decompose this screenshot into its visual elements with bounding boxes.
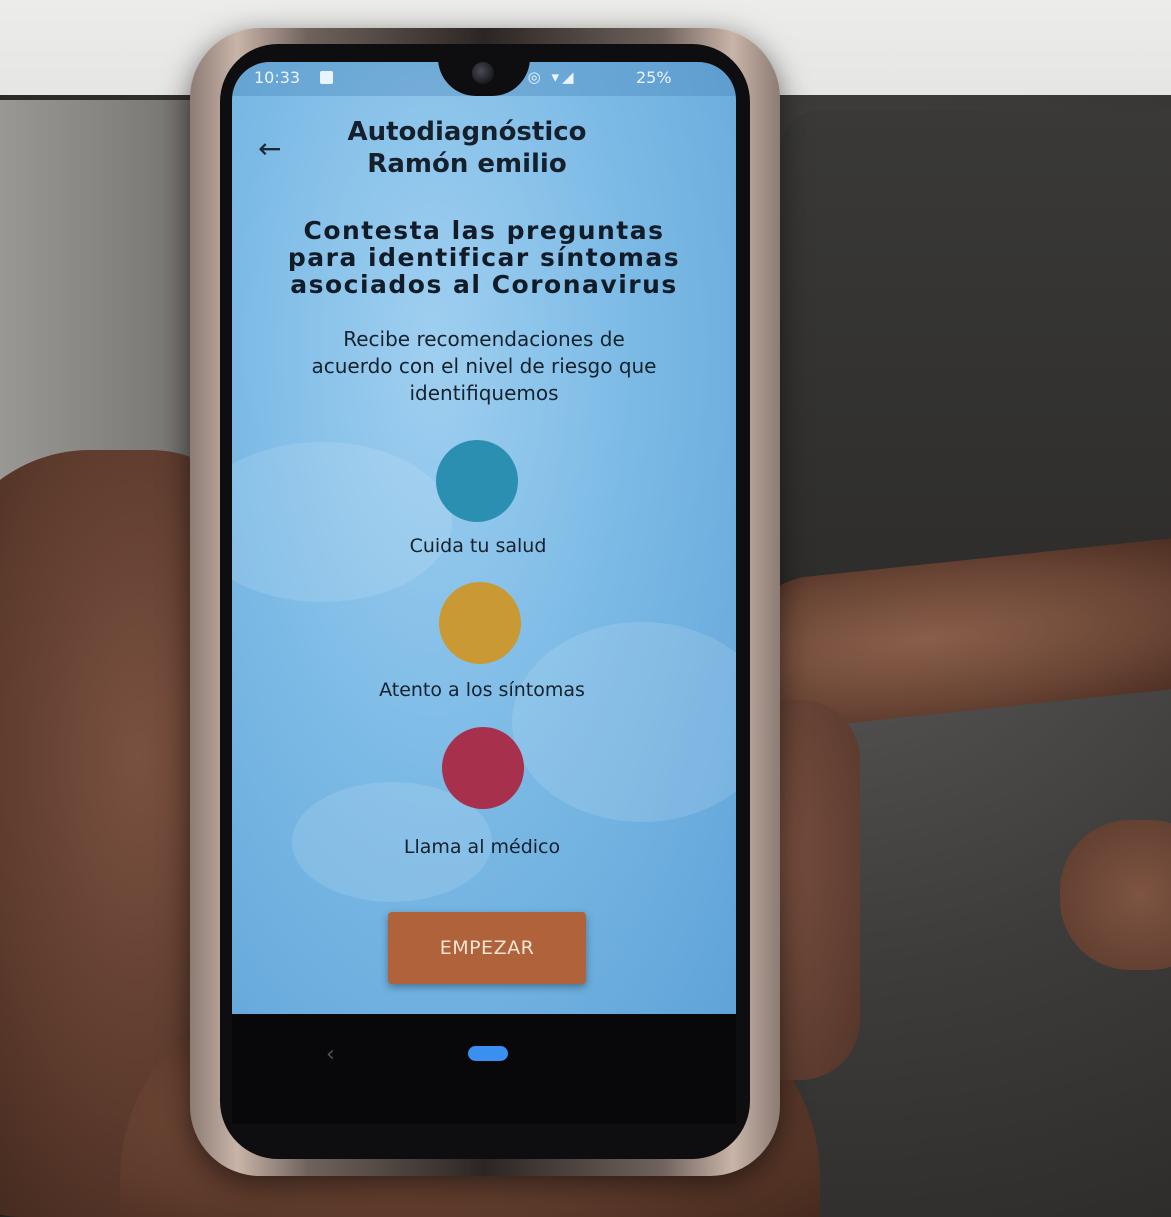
- risk-dot-medium: [439, 582, 521, 664]
- start-button[interactable]: EMPEZAR: [388, 912, 586, 984]
- intro-description-line: identifiquemos: [409, 381, 559, 405]
- android-nav-bar: ‹: [232, 1014, 736, 1124]
- status-time: 10:33: [254, 68, 301, 87]
- intro-heading-line: para identificar síntomas: [287, 243, 681, 272]
- risk-dot-high: [442, 727, 524, 809]
- background-texture: [512, 622, 736, 822]
- app-screen: 10:33 • ◎ ▾◢ 25% ← Autodiagnóstico Ramón…: [232, 62, 736, 1014]
- page-subtitle-user: Ramón emilio: [367, 149, 567, 179]
- notification-icon: [320, 71, 333, 84]
- intro-heading-line: Contesta las preguntas: [303, 216, 665, 245]
- risk-dot-low: [436, 440, 518, 522]
- intro-description-line: Recibe recomendaciones de: [343, 327, 625, 351]
- nav-home-pill-icon[interactable]: [468, 1046, 508, 1061]
- intro-heading-line: asociados al Coronavirus: [290, 270, 678, 299]
- background-texture: [232, 442, 452, 602]
- battery-level: 25%: [636, 68, 672, 87]
- back-arrow-icon[interactable]: ←: [258, 132, 281, 165]
- page-title: Autodiagnóstico: [347, 117, 587, 147]
- risk-label-low: Cuida tu salud: [409, 535, 547, 557]
- nav-back-icon[interactable]: ‹: [326, 1042, 335, 1067]
- risk-label-high: Llama al médico: [403, 836, 561, 858]
- photo-scene: 10:33 • ◎ ▾◢ 25% ← Autodiagnóstico Ramón…: [0, 0, 1171, 1217]
- risk-label-medium: Atento a los síntomas: [379, 679, 585, 701]
- front-camera: [472, 62, 494, 84]
- intro-description-line: acuerdo con el nivel de riesgo que: [311, 354, 657, 378]
